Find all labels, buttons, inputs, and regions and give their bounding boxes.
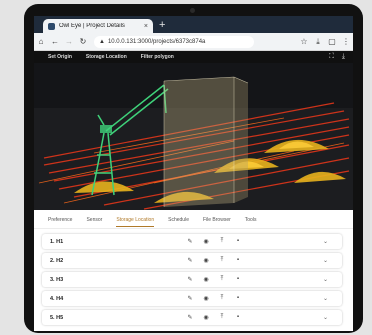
download-icon[interactable]: ⤓ <box>342 53 345 61</box>
nav-set-origin[interactable]: Set Origin <box>48 54 72 60</box>
delete-icon[interactable]: ▪ <box>230 295 246 302</box>
tab-title: Owl Eye | Project Details <box>59 23 125 29</box>
location-row[interactable]: 2. H2 ✎ ◉ ⤒ ▪ ⌄ <box>42 253 342 268</box>
tab-count-icon[interactable]: ▢ <box>325 37 339 47</box>
view-icon[interactable]: ◉ <box>198 295 214 302</box>
chevron-down-icon[interactable]: ⌄ <box>323 257 328 264</box>
chevron-down-icon[interactable]: ⌄ <box>323 276 328 283</box>
forward-icon[interactable]: → <box>62 37 76 46</box>
upload-icon[interactable]: ⤒ <box>214 314 230 321</box>
point-cloud-canvas <box>34 63 353 210</box>
chevron-down-icon[interactable]: ⌄ <box>323 238 328 245</box>
view-icon[interactable]: ◉ <box>198 276 214 283</box>
tab-sensor[interactable]: Sensor <box>86 214 102 226</box>
delete-icon[interactable]: ▪ <box>230 238 246 245</box>
nav-filter-polygon[interactable]: Filter polygon <box>141 54 174 60</box>
location-row[interactable]: 3. H3 ✎ ◉ ⤒ ▪ ⌄ <box>42 272 342 287</box>
location-label: 4. H4 <box>50 295 64 302</box>
location-label: 3. H3 <box>50 276 64 283</box>
delete-icon[interactable]: ▪ <box>230 314 246 321</box>
edit-icon[interactable]: ✎ <box>182 295 198 302</box>
app-header: Set Origin Storage Location Filter polyg… <box>34 51 353 63</box>
not-secure-icon[interactable]: ▲ <box>99 39 105 45</box>
back-icon[interactable]: ← <box>48 37 62 46</box>
upload-icon[interactable]: ⤒ <box>214 238 230 245</box>
browser-toolbar: ⌂ ← → ↻ ▲ 10.0.0.131:3000/projects/6373c… <box>34 33 353 51</box>
point-cloud-viewer[interactable] <box>34 63 353 210</box>
location-row[interactable]: 1. H1 ✎ ◉ ⤒ ▪ ⌄ <box>42 234 342 249</box>
delete-icon[interactable]: ▪ <box>230 276 246 283</box>
new-tab-button[interactable]: + <box>159 18 165 32</box>
location-row[interactable]: 4. H4 ✎ ◉ ⤒ ▪ ⌄ <box>42 291 342 306</box>
tab-schedule[interactable]: Schedule <box>168 214 189 226</box>
star-icon[interactable]: ☆ <box>297 37 311 47</box>
chevron-down-icon[interactable]: ⌄ <box>323 295 328 302</box>
edit-icon[interactable]: ✎ <box>182 257 198 264</box>
storage-location-list: 1. H1 ✎ ◉ ⤒ ▪ ⌄ 2. H2 ✎ ◉ ⤒ ▪ ⌄ 3. H3 ✎ … <box>42 234 342 329</box>
upload-icon[interactable]: ⤒ <box>214 257 230 264</box>
view-icon[interactable]: ◉ <box>198 314 214 321</box>
browser-tab[interactable]: Owl Eye | Project Details × <box>43 19 153 33</box>
chevron-down-icon[interactable]: ⌄ <box>323 314 328 321</box>
camera <box>190 8 195 13</box>
edit-icon[interactable]: ✎ <box>182 314 198 321</box>
fullscreen-icon[interactable]: ⛶ <box>329 53 334 61</box>
view-icon[interactable]: ◉ <box>198 257 214 264</box>
upload-icon[interactable]: ⤒ <box>214 276 230 283</box>
location-label: 5. H5 <box>50 314 64 321</box>
menu-icon[interactable]: ⋮ <box>339 37 353 47</box>
home-icon[interactable]: ⌂ <box>34 37 48 46</box>
download-icon[interactable]: ⤓ <box>311 37 325 47</box>
delete-icon[interactable]: ▪ <box>230 257 246 264</box>
view-icon[interactable]: ◉ <box>198 238 214 245</box>
reload-icon[interactable]: ↻ <box>76 37 90 46</box>
url-text: 10.0.0.131:3000/projects/6373c874a <box>107 38 206 45</box>
tab-preference[interactable]: Preference <box>48 214 72 226</box>
location-label: 1. H1 <box>50 238 64 245</box>
browser-tab-strip: Owl Eye | Project Details × + <box>34 16 353 33</box>
location-row[interactable]: 5. H5 ✎ ◉ ⤒ ▪ ⌄ <box>42 310 342 325</box>
screen: Owl Eye | Project Details × + ⌂ ← → ↻ ▲ … <box>34 16 353 331</box>
favicon-icon <box>48 22 55 30</box>
tab-file-browser[interactable]: File Browser <box>203 214 231 226</box>
location-label: 2. H2 <box>50 257 64 264</box>
edit-icon[interactable]: ✎ <box>182 238 198 245</box>
tab-tools[interactable]: Tools <box>245 214 257 226</box>
upload-icon[interactable]: ⤒ <box>214 295 230 302</box>
nav-storage-location[interactable]: Storage Location <box>86 54 127 60</box>
tab-storage-location[interactable]: Storage Location <box>116 214 155 227</box>
edit-icon[interactable]: ✎ <box>182 276 198 283</box>
close-tab-icon[interactable]: × <box>144 23 148 30</box>
tablet-frame: Owl Eye | Project Details × + ⌂ ← → ↻ ▲ … <box>24 4 363 333</box>
address-bar[interactable]: ▲ 10.0.0.131:3000/projects/6373c874a <box>94 35 254 48</box>
settings-tabs: Preference Sensor Storage Location Sched… <box>34 212 353 229</box>
